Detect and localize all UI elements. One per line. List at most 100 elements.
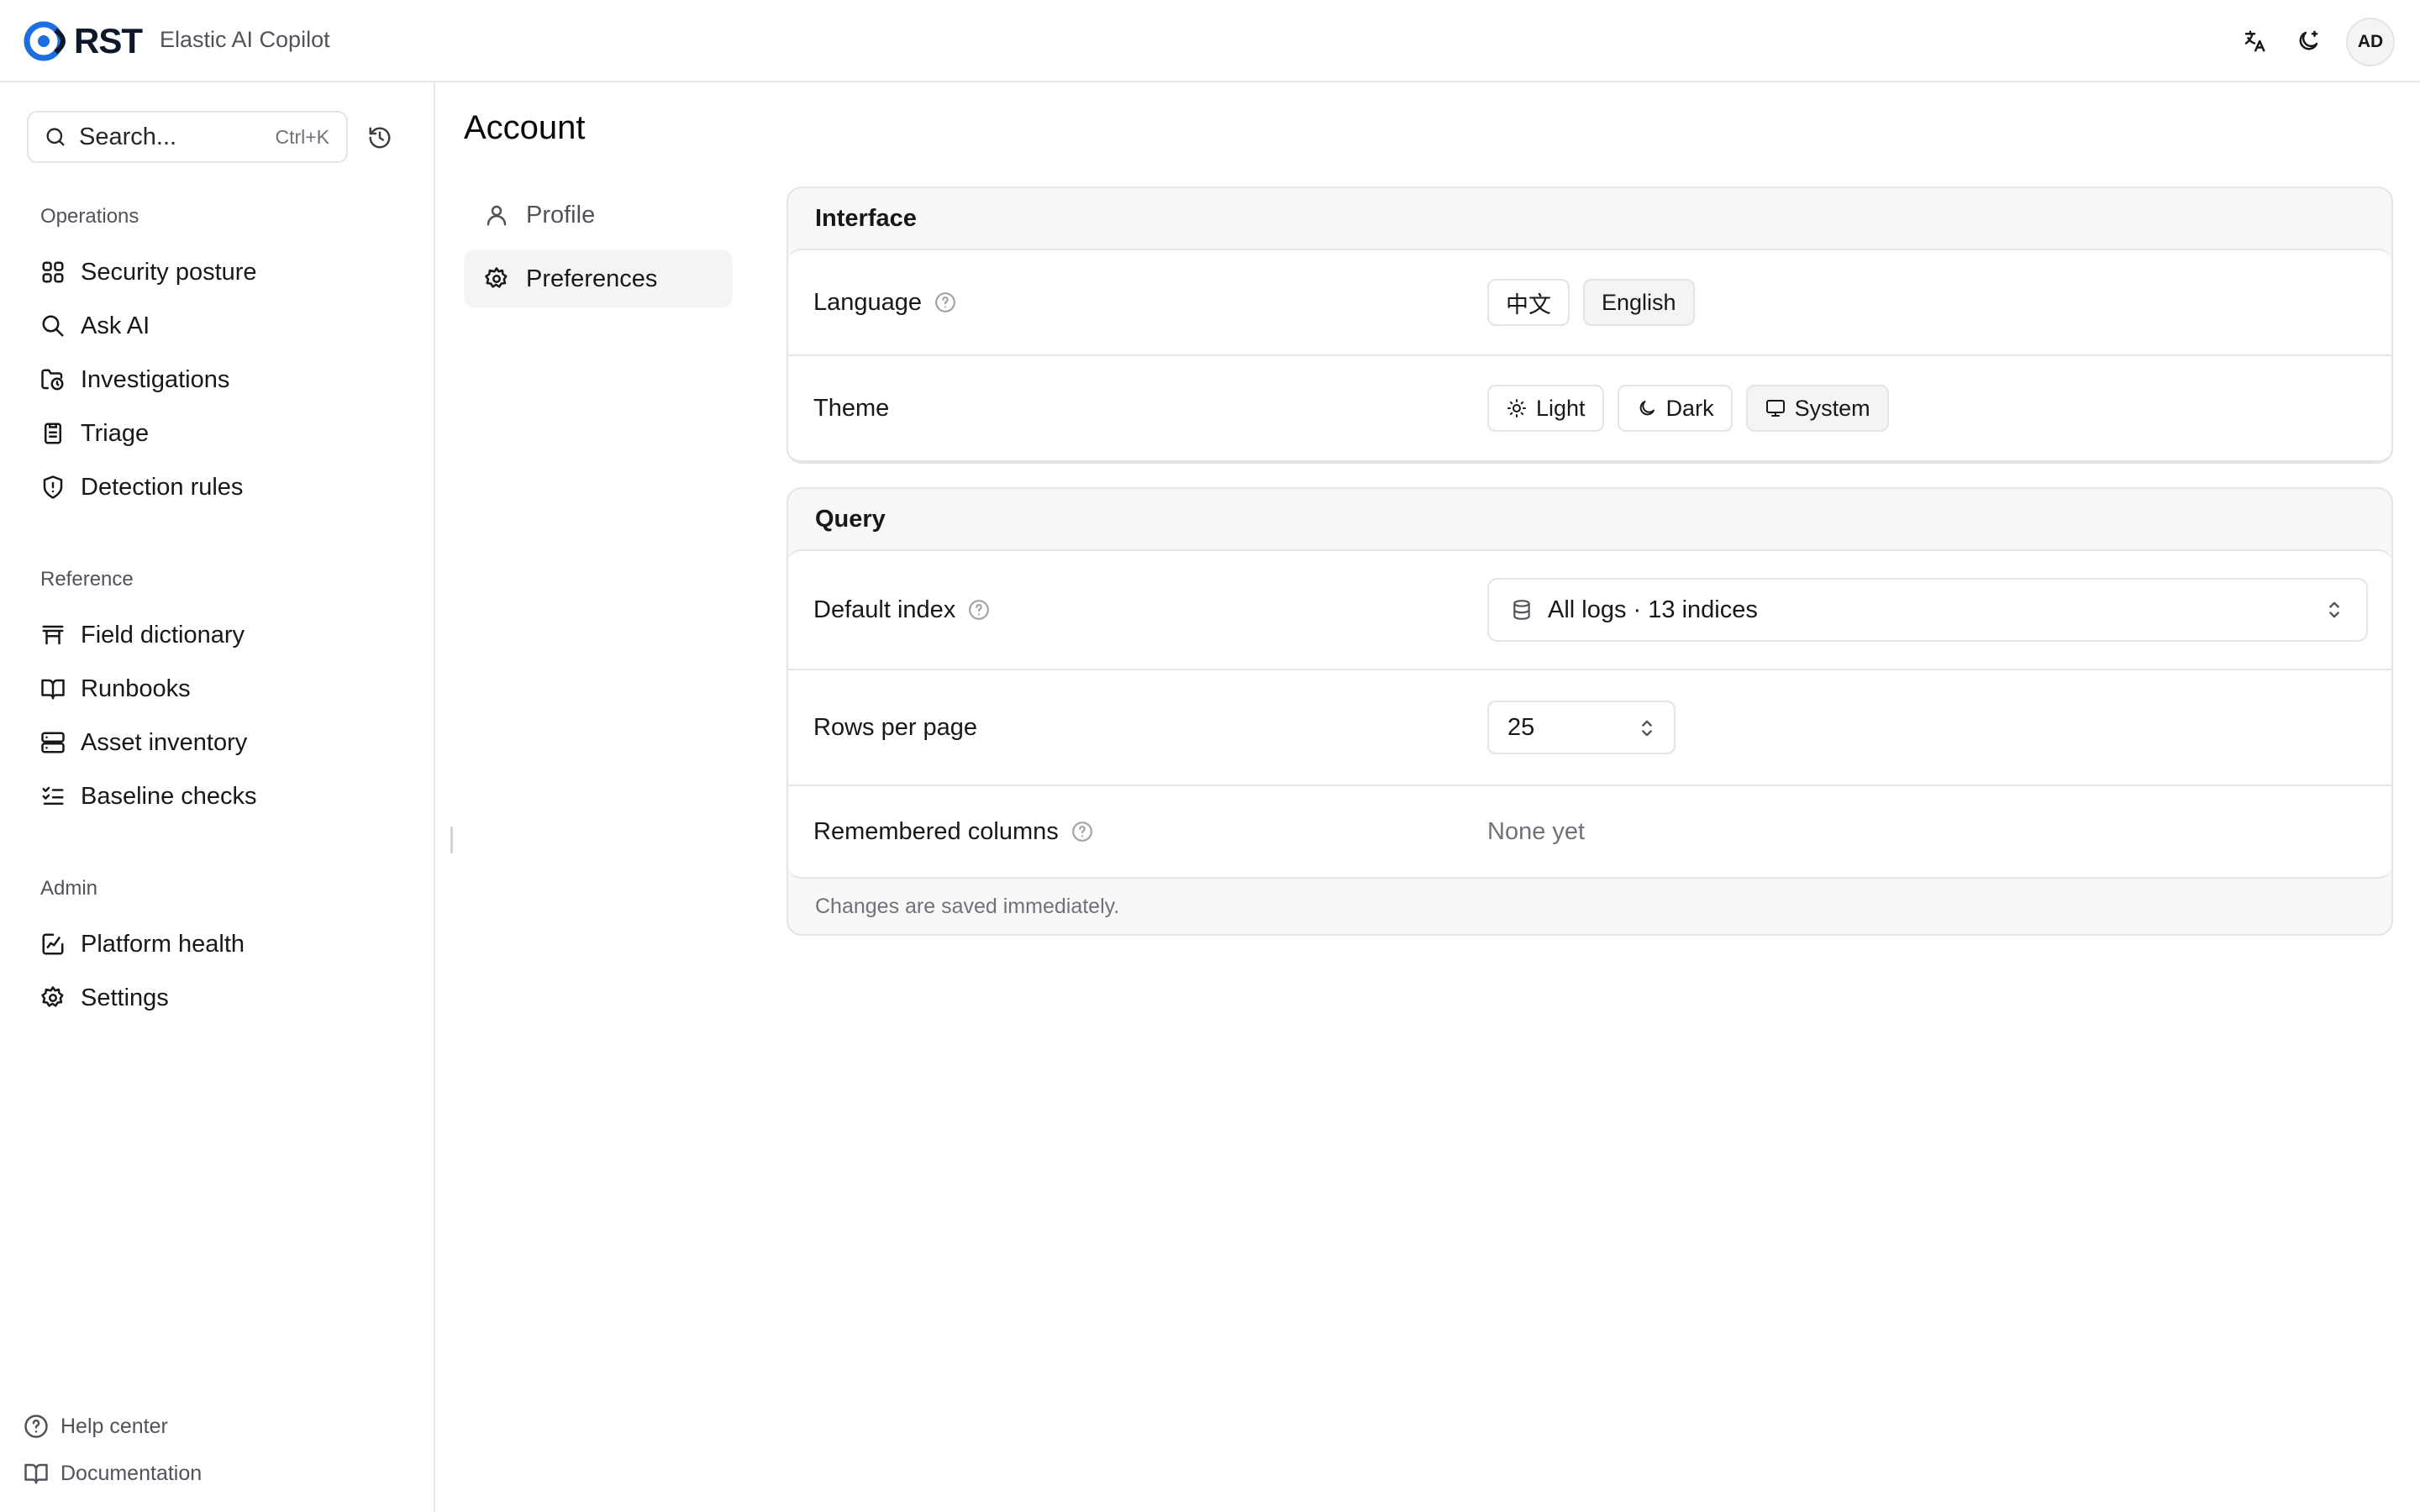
theme-option-label: Dark <box>1665 395 1714 421</box>
rows-per-page-label: Rows per page <box>813 713 978 741</box>
rows-per-page-label-wrap: Rows per page <box>813 714 977 742</box>
sidebar-item-label: Runbooks <box>81 675 191 702</box>
history-icon <box>369 127 391 149</box>
sidebar: Search... Ctrl+K Operations Security pos… <box>0 82 435 1512</box>
theme-option-system[interactable]: System <box>1745 385 1889 432</box>
user-icon <box>487 205 507 226</box>
sidebar-item-label: Settings <box>81 984 169 1011</box>
subnav-label: Preferences <box>526 265 658 292</box>
database-icon <box>1513 600 1530 620</box>
book-icon <box>24 1463 48 1484</box>
group-label-operations: Operations <box>40 205 139 228</box>
language-options: 中文 English <box>1487 279 1708 326</box>
sidebar-item-label: Security posture <box>81 258 257 286</box>
shield-alert-icon <box>43 475 63 499</box>
sidebar-item-settings[interactable]: Settings <box>27 974 408 1021</box>
interface-body: Language 中文 English Theme Light Dark Sys… <box>788 249 2391 462</box>
help-circle-icon <box>24 1415 48 1438</box>
subnav-profile[interactable]: Profile <box>464 186 733 244</box>
search-placeholder: Search... <box>79 123 177 150</box>
search-box[interactable]: Search... Ctrl+K <box>27 111 348 163</box>
help-center-link[interactable]: Help center <box>24 1406 168 1446</box>
group-label-admin: Admin <box>40 877 98 900</box>
sidebar-item-security-posture[interactable]: Security posture <box>27 249 408 296</box>
monitor-icon <box>1765 400 1785 417</box>
default-index-select[interactable]: All logs · 13 indices <box>1487 578 2368 642</box>
sidebar-item-label: Asset inventory <box>81 728 248 756</box>
logo-text: RST <box>74 21 143 60</box>
history-button[interactable] <box>363 121 397 155</box>
sidebar-item-field-dictionary[interactable]: Field dictionary <box>27 612 408 659</box>
theme-label: Theme <box>813 394 890 422</box>
app-logo[interactable]: RST <box>22 18 143 64</box>
language-option-chinese[interactable]: 中文 <box>1487 279 1570 326</box>
folder-clock-icon <box>41 369 64 391</box>
server-icon <box>41 732 65 753</box>
list-checks-icon <box>42 786 64 805</box>
page-title: Account <box>464 109 586 146</box>
translate-icon <box>2244 30 2265 52</box>
sidebar-item-label: Baseline checks <box>81 782 257 810</box>
theme-option-dark[interactable]: Dark <box>1617 385 1733 432</box>
help-circle-icon[interactable] <box>1071 820 1094 843</box>
query-heading: Query <box>815 505 886 533</box>
theme-option-light[interactable]: Light <box>1487 385 1604 432</box>
default-index-label-wrap: Default index <box>813 596 991 624</box>
sidebar-item-runbooks[interactable]: Runbooks <box>27 665 408 712</box>
default-index-control: All logs · 13 indices <box>1487 578 2368 642</box>
sidebar-item-asset-inventory[interactable]: Asset inventory <box>27 719 408 766</box>
grid-icon <box>42 261 64 283</box>
rows-per-page-select[interactable]: 25 <box>1487 701 1676 754</box>
theme-toggle-button[interactable] <box>2287 20 2329 62</box>
language-toggle-button[interactable] <box>2233 20 2275 62</box>
sidebar-item-triage[interactable]: Triage <box>27 410 408 457</box>
save-note: Changes are saved immediately. <box>815 894 1120 918</box>
remembered-columns-value: None yet <box>1487 817 1586 845</box>
sidebar-item-label: Field dictionary <box>81 621 245 648</box>
help-center-label: Help center <box>60 1414 168 1438</box>
help-circle-icon[interactable] <box>967 598 991 622</box>
rows-per-page-value: 25 <box>1507 713 1535 741</box>
search-shortcut: Ctrl+K <box>275 125 329 148</box>
sidebar-item-label: Triage <box>81 419 150 447</box>
gear-icon <box>485 267 508 288</box>
gear-icon <box>41 986 64 1007</box>
help-circle-icon[interactable] <box>934 291 957 314</box>
sun-icon <box>1507 399 1526 417</box>
theme-row: Theme Light Dark System <box>788 356 2391 460</box>
documentation-label: Documentation <box>60 1461 203 1485</box>
theme-options: Light Dark System <box>1487 385 1902 432</box>
language-option-english[interactable]: English <box>1583 279 1695 326</box>
language-label-wrap: Language <box>813 289 957 317</box>
default-index-row: Default index All logs · 13 indices <box>788 551 2391 670</box>
language-row: Language 中文 English <box>788 250 2391 356</box>
documentation-link[interactable]: Documentation <box>24 1453 202 1494</box>
sidebar-item-platform-health[interactable]: Platform health <box>27 921 408 968</box>
remembered-columns-label: Remembered columns <box>813 817 1059 845</box>
sidebar-item-label: Platform health <box>81 930 245 958</box>
query-body: Default index All logs · 13 indices Rows… <box>788 549 2391 879</box>
theme-option-label: System <box>1794 395 1870 421</box>
language-label: Language <box>813 288 923 316</box>
moon-star-icon <box>2299 30 2318 50</box>
remembered-columns-control: None yet <box>1487 818 1585 846</box>
theme-label-wrap: Theme <box>813 395 889 423</box>
table-header-icon <box>42 625 64 645</box>
sidebar-item-investigations[interactable]: Investigations <box>27 356 408 403</box>
sidebar-item-label: Detection rules <box>81 473 244 501</box>
theme-option-label: Light <box>1536 395 1586 421</box>
sidebar-item-detection-rules[interactable]: Detection rules <box>27 464 408 511</box>
subnav-preferences[interactable]: Preferences <box>464 250 733 307</box>
activity-square-icon <box>42 933 64 955</box>
app-subtitle: Elastic AI Copilot <box>160 27 330 52</box>
rows-per-page-row: Rows per page 25 <box>788 670 2391 786</box>
chevrons-up-down-icon <box>1642 720 1652 737</box>
user-avatar[interactable]: AD <box>2346 18 2395 66</box>
chevrons-up-down-icon <box>2329 601 2339 618</box>
sidebar-item-label: Investigations <box>81 365 230 393</box>
group-label-reference: Reference <box>40 568 134 591</box>
sidebar-item-baseline-checks[interactable]: Baseline checks <box>27 773 408 820</box>
search-icon <box>42 315 64 337</box>
sidebar-resize-handle[interactable] <box>450 827 453 853</box>
sidebar-item-ask-ai[interactable]: Ask AI <box>27 302 408 349</box>
